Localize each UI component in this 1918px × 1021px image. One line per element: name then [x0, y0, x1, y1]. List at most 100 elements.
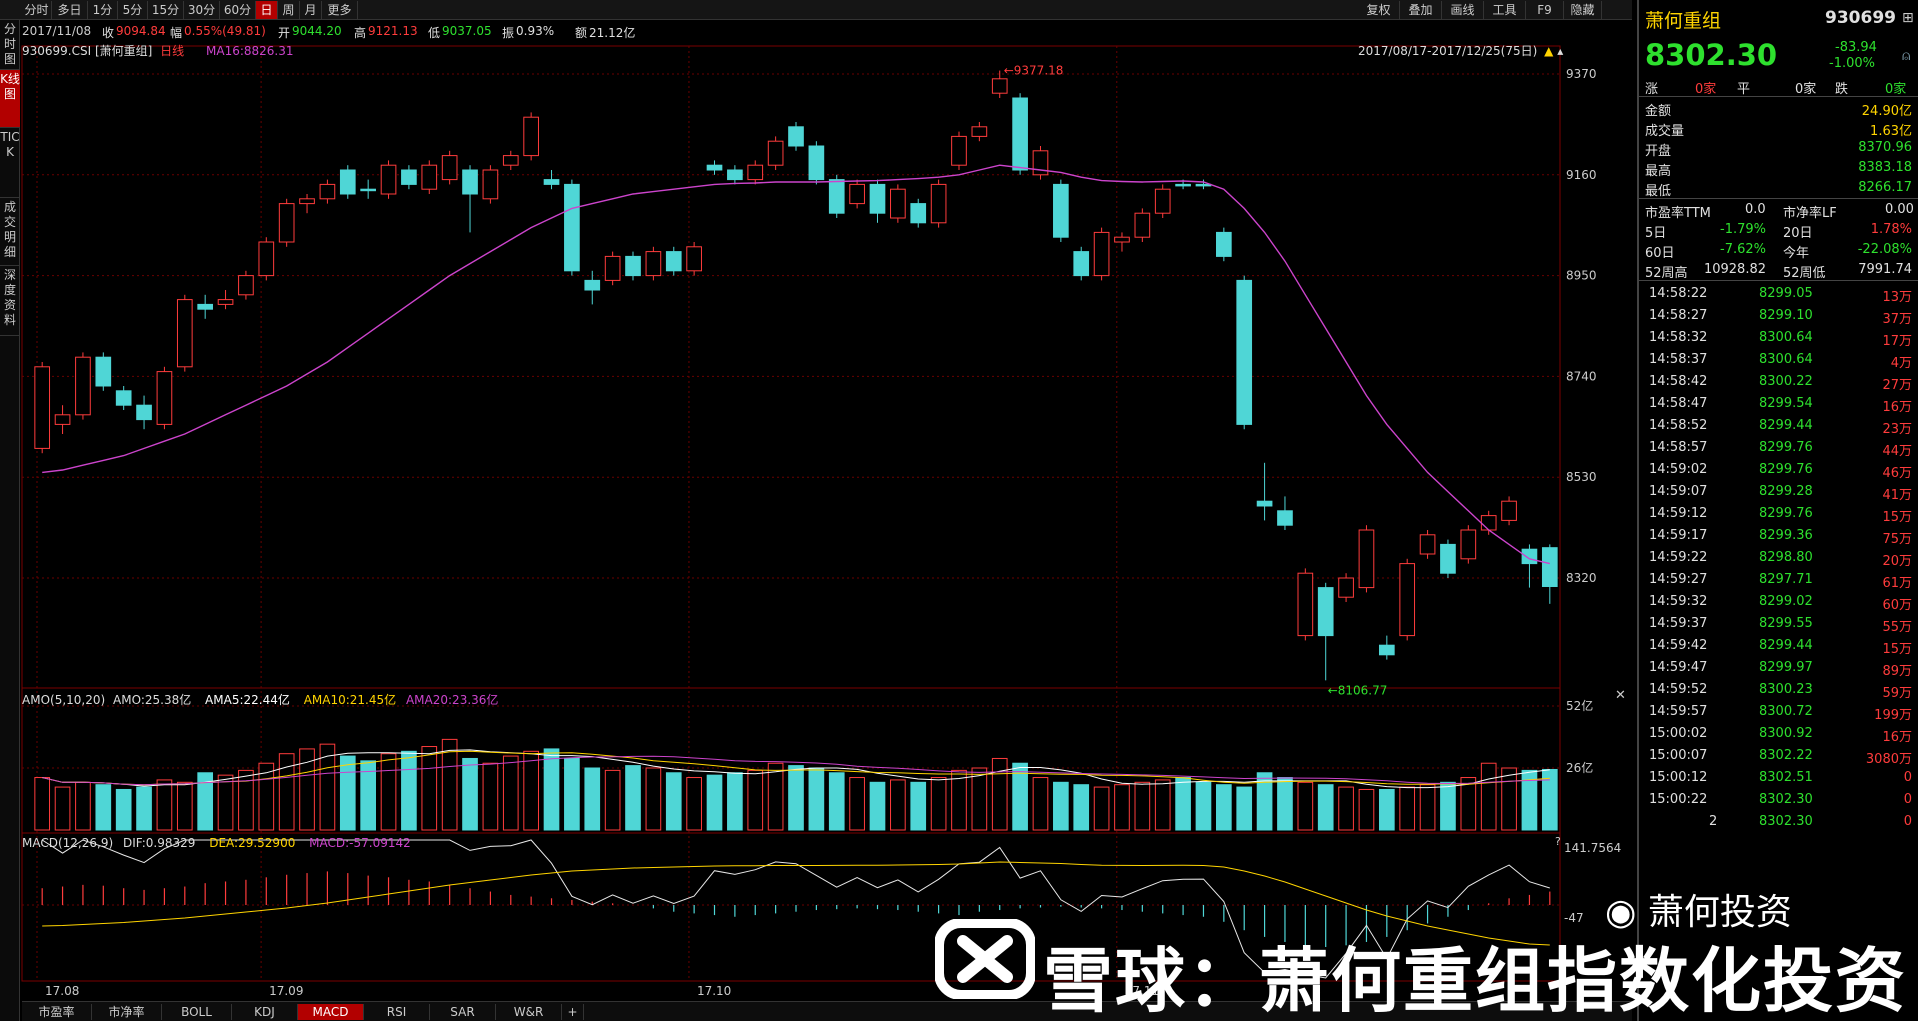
- tick-time: 14:59:32: [1649, 594, 1708, 609]
- divider: [1639, 280, 1918, 281]
- indicator-tab[interactable]: +: [562, 1004, 584, 1020]
- tick-time: 14:58:22: [1649, 286, 1708, 301]
- volume-bar: [1216, 784, 1232, 831]
- flat-count: 0家: [1795, 82, 1817, 97]
- tick-price: 8300.23: [1759, 682, 1813, 697]
- candle-body: [1093, 231, 1110, 277]
- candle-body: [747, 164, 764, 181]
- tick-time: 14:58:37: [1649, 352, 1708, 367]
- alert-icon[interactable]: ⍝: [1902, 48, 1910, 64]
- indicator-tab[interactable]: MACD: [298, 1004, 364, 1020]
- tick-row: 14:58:52 8299.44 23万: [1649, 416, 1912, 437]
- tick-volume: 44万: [1882, 444, 1912, 459]
- quote-header: 萧何重组 930699 ⊞: [1645, 4, 1914, 32]
- volume-bar: [421, 746, 438, 831]
- candle-body: [971, 126, 988, 137]
- tick-time: 14:58:42: [1649, 374, 1708, 389]
- perf-row: 60日 -7.62% 今年 -22.08%: [1645, 240, 1912, 261]
- perf-value: -7.62%: [1720, 242, 1766, 257]
- indicator-tab[interactable]: W&R: [496, 1004, 562, 1020]
- tick-time: 14:59:42: [1649, 638, 1708, 653]
- x-tick-label: 17.09: [269, 984, 303, 998]
- tick-price: 8299.05: [1759, 286, 1813, 301]
- indicator-tab[interactable]: BOLL: [162, 1004, 232, 1020]
- candle-body: [95, 356, 112, 387]
- candle-body: [951, 135, 967, 166]
- candle-body: [462, 169, 478, 195]
- x-tick-label: 17.11: [1125, 984, 1159, 998]
- candle-body: [299, 198, 315, 205]
- amo-value: AMO:25.38亿: [113, 693, 192, 707]
- indicator-tab[interactable]: RSI: [364, 1004, 430, 1020]
- add-watch-icon[interactable]: ⊞: [1902, 10, 1914, 26]
- tick-row: 14:59:52 8300.23 59万: [1649, 680, 1912, 701]
- tick-time: 15:00:07: [1649, 748, 1708, 763]
- tick-volume: 46万: [1882, 466, 1912, 481]
- high-marker: ←9377.18: [1004, 64, 1064, 78]
- volume-bar: [482, 762, 499, 831]
- quote-price: 8302.30: [1645, 38, 1778, 72]
- tick-volume: 199万: [1874, 708, 1912, 723]
- tick-price: 8298.80: [1759, 550, 1813, 565]
- candle-body: [869, 183, 886, 214]
- tick-volume: 4万: [1890, 356, 1912, 371]
- tick-row: 14:58:42 8300.22 27万: [1649, 372, 1912, 393]
- candle-body: [238, 275, 254, 296]
- tick-volume: 16万: [1882, 730, 1912, 745]
- volume-bar: [543, 748, 560, 831]
- volume-bar: [462, 757, 478, 831]
- candle-body: [441, 155, 458, 181]
- tick-volume: 13万: [1882, 290, 1912, 305]
- tick-time: 14:59:47: [1649, 660, 1708, 675]
- tick-row: 14:59:37 8299.55 55万: [1649, 614, 1912, 635]
- indicator-tab[interactable]: SAR: [430, 1004, 496, 1020]
- candle-body: [1338, 577, 1354, 598]
- candle-body: [360, 188, 376, 192]
- amo-close-icon[interactable]: ✕: [1615, 688, 1626, 703]
- perf-value: 7991.74: [1858, 262, 1912, 277]
- volume-bar: [75, 781, 91, 831]
- volume-bar: [890, 779, 906, 831]
- volume-bar: [1358, 788, 1375, 831]
- volume-bar: [1460, 777, 1477, 831]
- tick-row: 15:00:07 8302.22 3080万: [1649, 746, 1912, 767]
- tick-row: 14:59:22 8298.80 20万: [1649, 548, 1912, 569]
- chart-date-range[interactable]: 2017/08/17-2017/12/25(75日) ▲ ▴: [1358, 42, 1563, 59]
- tick-volume: 61万: [1882, 576, 1912, 591]
- price-tick-label: 8950: [1566, 269, 1597, 283]
- indicator-tab[interactable]: 市净率: [92, 1004, 162, 1020]
- candle-body: [278, 203, 295, 243]
- tick-price: 8299.76: [1759, 462, 1813, 477]
- indicator-tab[interactable]: KDJ: [232, 1004, 298, 1020]
- stat-label: 最低: [1645, 184, 1672, 199]
- volume-tick-label: 52亿: [1566, 698, 1593, 713]
- candle-body: [543, 179, 560, 185]
- tick-row: 14:59:07 8299.28 41万: [1649, 482, 1912, 503]
- tick-volume: 17万: [1882, 334, 1912, 349]
- volume-bar: [706, 774, 723, 831]
- macd-help-icon[interactable]: ?: [1555, 835, 1561, 848]
- indicator-tabs: 市盈率 市净率 BOLL KDJ MACD RSI SAR W&R +: [22, 1001, 1632, 1021]
- tick-price: 8300.72: [1759, 704, 1813, 719]
- perf-label: 今年: [1783, 246, 1810, 261]
- tick-volume: 15万: [1882, 510, 1912, 525]
- indicator-tab[interactable]: 市盈率: [22, 1004, 92, 1020]
- tick-price: 8299.44: [1759, 638, 1813, 653]
- pe-value: 0.0: [1745, 202, 1766, 217]
- price-tick-label: 8320: [1566, 571, 1597, 585]
- volume-bar: [238, 769, 254, 831]
- volume-bar: [686, 777, 702, 831]
- collapse-icon[interactable]: ▴: [1557, 44, 1563, 58]
- candle-body: [401, 169, 417, 185]
- tick-time: 14:59:17: [1649, 528, 1708, 543]
- volume-bar: [1114, 784, 1130, 831]
- kline-chart[interactable]: 9370 9160 8950 8740 8530 8320 17.08 17.09 17.10 1…: [0, 0, 1636, 1001]
- lock-icon[interactable]: ▲: [1544, 44, 1553, 58]
- tick-price: 8299.54: [1759, 396, 1813, 411]
- quote-name: 萧何重组: [1645, 10, 1722, 32]
- quote-panel: 萧何重组 930699 ⊞ 8302.30 -83.94 -1.00% ⍝ 涨 …: [1637, 0, 1918, 1021]
- candle-body: [890, 188, 906, 219]
- tick-price: 8300.22: [1759, 374, 1813, 389]
- ma-layer: [42, 164, 1550, 565]
- candle-body: [319, 183, 336, 200]
